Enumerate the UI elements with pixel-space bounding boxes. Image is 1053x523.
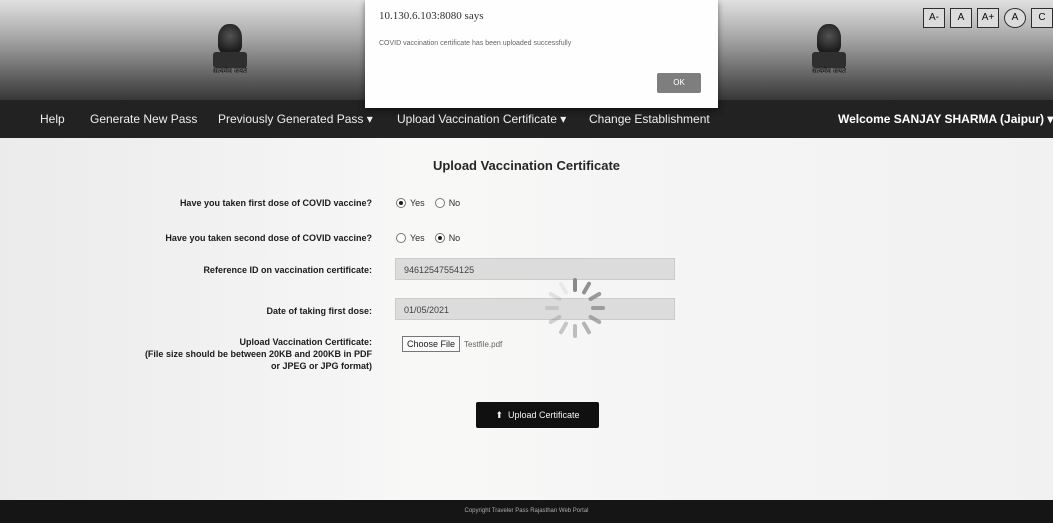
- second-dose-label: Have you taken second dose of COVID vacc…: [165, 233, 372, 243]
- theme-button[interactable]: C: [1031, 8, 1053, 28]
- nav-upload-certificate[interactable]: Upload Vaccination Certificate ▾: [397, 112, 566, 126]
- first-dose-yes-radio[interactable]: [396, 198, 406, 208]
- loading-spinner-icon: [545, 278, 605, 338]
- emblem-left-icon: सत्यमेव जयते: [207, 22, 253, 78]
- first-dose-date-label: Date of taking first dose:: [266, 306, 372, 316]
- nav-help[interactable]: Help: [40, 112, 65, 126]
- font-decrease-button[interactable]: A-: [923, 8, 945, 28]
- nav-generate-pass[interactable]: Generate New Pass: [90, 112, 197, 126]
- reference-id-input[interactable]: 94612547554125: [395, 258, 675, 280]
- alert-dialog: 10.130.6.103:8080 says COVID vaccination…: [365, 0, 718, 108]
- emblem-right-icon: सत्यमेव जयते: [806, 22, 852, 78]
- second-dose-no-radio[interactable]: [434, 233, 445, 243]
- upload-certificate-button[interactable]: ⬆ Upload Certificate: [476, 402, 599, 428]
- dialog-origin: 10.130.6.103:8080 says: [379, 10, 484, 22]
- upload-icon: ⬆: [495, 409, 503, 420]
- high-contrast-button[interactable]: A: [1004, 8, 1026, 28]
- upload-label: Upload Vaccination Certificate:: [239, 337, 372, 347]
- second-dose-no-label: No: [448, 233, 461, 243]
- second-dose-yes-label: Yes: [410, 233, 425, 243]
- footer: Copyright Traveler Pass Rajasthan Web Po…: [0, 500, 1053, 523]
- nav-previous-pass[interactable]: Previously Generated Pass ▾: [218, 112, 373, 126]
- selected-file-name: Testfile.pdf: [464, 339, 503, 349]
- main-content: Upload Vaccination Certificate Have you …: [0, 138, 1053, 500]
- file-picker: Choose File Testfile.pdf: [402, 336, 502, 352]
- font-normal-button[interactable]: A: [950, 8, 972, 28]
- reference-id-label: Reference ID on vaccination certificate:: [203, 265, 372, 275]
- page-title: Upload Vaccination Certificate: [432, 158, 621, 173]
- font-increase-button[interactable]: A+: [977, 8, 999, 28]
- dialog-ok-button[interactable]: OK: [657, 73, 701, 93]
- first-dose-no-radio[interactable]: [434, 198, 445, 208]
- first-dose-no-label: No: [448, 198, 461, 208]
- upload-certificate-label: Upload Certificate: [508, 410, 580, 420]
- dialog-message: COVID vaccination certificate has been u…: [379, 40, 572, 47]
- first-dose-date-input[interactable]: 01/05/2021: [395, 298, 675, 320]
- first-dose-label: Have you taken first dose of COVID vacci…: [179, 198, 372, 208]
- nav-change-establishment[interactable]: Change Establishment: [589, 112, 710, 126]
- choose-file-button[interactable]: Choose File: [402, 336, 461, 352]
- first-dose-radio-group: Yes No: [396, 198, 460, 208]
- emblem-caption: सत्यमेव जयते: [212, 68, 248, 75]
- second-dose-yes-radio[interactable]: [396, 233, 406, 243]
- upload-note-line-2: or JPEG or JPG format): [270, 361, 372, 371]
- nav-user-menu[interactable]: Welcome SANJAY SHARMA (Jaipur) ▾: [838, 112, 1053, 126]
- upload-note-line-1: (File size should be between 20KB and 20…: [144, 349, 372, 359]
- accessibility-controls: A- A A+ A C: [923, 8, 1053, 28]
- first-dose-yes-label: Yes: [410, 198, 425, 208]
- second-dose-radio-group: Yes No: [396, 233, 460, 243]
- emblem-caption: सत्यमेव जयते: [811, 68, 847, 75]
